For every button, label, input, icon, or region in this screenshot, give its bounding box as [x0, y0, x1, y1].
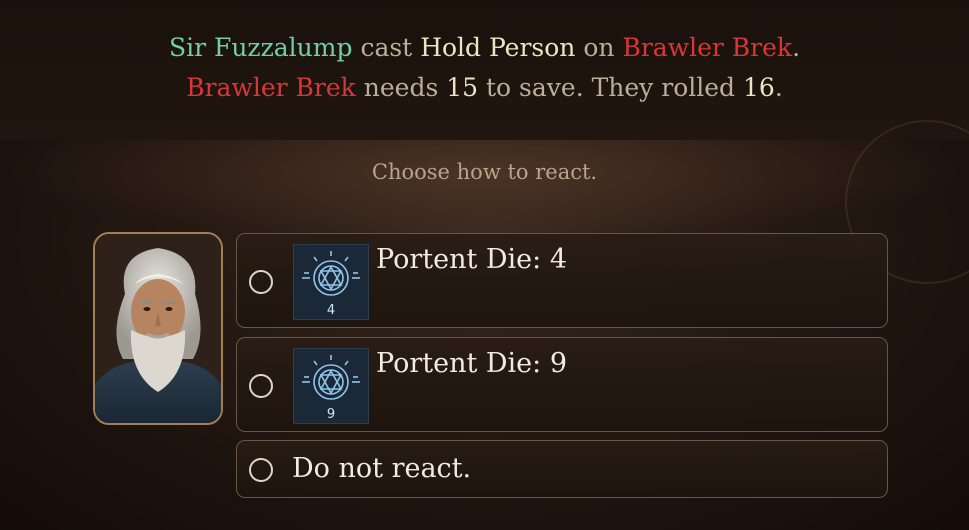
to-save-text: to save. They rolled [486, 73, 736, 102]
message-line-2: Brawler Brek needs 15 to save. They roll… [0, 68, 969, 108]
needs-text: needs [363, 73, 439, 102]
option-label: Do not react. [292, 453, 472, 484]
save-dc: 15 [446, 73, 479, 102]
die-value-label: 4 [327, 303, 335, 318]
preposition-text: on [583, 33, 615, 62]
verb-text: cast [360, 33, 413, 62]
option-label: Portent Die: 9 [376, 348, 568, 379]
reaction-option-do-not-react[interactable]: Do not react. [236, 440, 888, 498]
spell-name: Hold Person [420, 33, 576, 62]
roll-value: 16 [743, 73, 775, 102]
background-glow [0, 140, 969, 240]
period: . [774, 73, 783, 102]
option-label: Portent Die: 4 [376, 244, 568, 275]
reaction-option-portent-4[interactable]: 4 Portent Die: 4 [236, 233, 888, 328]
portent-die-icon: 9 [293, 348, 369, 424]
radio-button[interactable] [249, 374, 273, 398]
die-value-label: 9 [327, 407, 335, 422]
caster-name: Sir Fuzzalump [168, 33, 353, 62]
reaction-prompt: Choose how to react. [371, 160, 598, 184]
reaction-message: Sir Fuzzalump cast Hold Person on Brawle… [0, 28, 969, 108]
message-line-1: Sir Fuzzalump cast Hold Person on Brawle… [0, 28, 969, 68]
portent-die-icon: 4 [293, 244, 369, 320]
target-name: Brawler Brek [622, 33, 793, 62]
radio-button[interactable] [249, 270, 273, 294]
reaction-option-portent-9[interactable]: 9 Portent Die: 9 [236, 337, 888, 432]
radio-button[interactable] [249, 458, 273, 482]
period: . [792, 33, 801, 62]
character-portrait [93, 232, 223, 425]
target-name: Brawler Brek [186, 73, 356, 102]
